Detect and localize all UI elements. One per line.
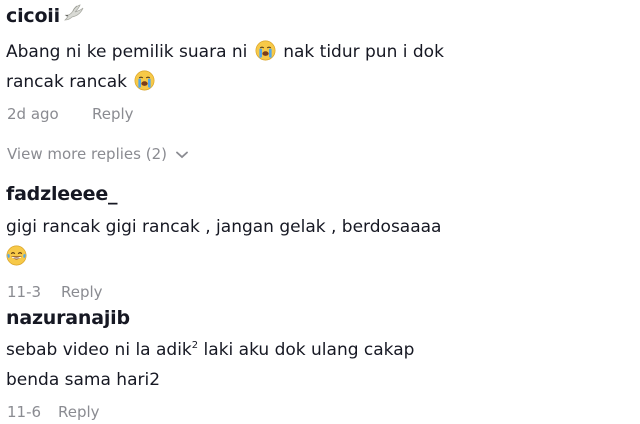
chevron-down-icon — [176, 143, 188, 165]
view-more-replies-button[interactable]: View more replies (2) — [7, 143, 188, 165]
comment-text: sebab video ni la adik2 laki aku dok ula… — [6, 335, 630, 395]
comment-date: 11-3 — [7, 283, 42, 301]
comment-text: Abang ni ke pemilik suara ni nak tidur p… — [6, 37, 630, 97]
comment-username[interactable]: nazuranajib — [6, 304, 630, 332]
reply-button[interactable]: Reply — [58, 400, 100, 424]
comment-date: 11-6 — [7, 403, 42, 421]
username-text[interactable]: cicoii — [6, 2, 60, 30]
comment-meta: 11-6 Reply — [6, 400, 630, 424]
comment-text: gigi rancak gigi rancak , jangan gelak ,… — [6, 212, 630, 272]
comment-meta: 2d ago Reply — [6, 102, 630, 126]
comment-2: fadzleeee_ gigi rancak gigi rancak , jan… — [6, 180, 630, 304]
comment-text-part: Abang ni ke pemilik suara ni — [6, 42, 248, 62]
view-more-label: View more replies (2) — [7, 145, 167, 163]
comment-1: cicoii Abang ni ke pemilik suara ni nak … — [6, 2, 630, 126]
comment-username[interactable]: fadzleeee_ — [6, 180, 630, 208]
comment-date: 2d ago — [7, 105, 59, 123]
comment-username[interactable]: cicoii — [6, 2, 630, 30]
comment-text-part: gigi rancak gigi rancak , jangan gelak ,… — [6, 217, 442, 237]
dove-icon — [62, 2, 84, 30]
comment-3: nazuranajib sebab video ni la adik2 laki… — [6, 304, 630, 424]
comment-text-part: rancak rancak — [6, 72, 127, 92]
comment-text-part: benda sama hari2 — [6, 370, 161, 390]
reply-button[interactable]: Reply — [92, 102, 134, 126]
loudly-crying-face-icon — [134, 70, 155, 91]
comment-text-part: laki aku dok ulang cakap — [198, 340, 415, 360]
loudly-crying-face-icon — [255, 40, 276, 61]
comment-meta: 11-3 Reply — [6, 280, 630, 304]
tears-of-joy-icon — [6, 245, 27, 266]
comment-text-part: nak tidur pun i dok — [283, 42, 444, 62]
comment-text-part: sebab video ni la adik — [6, 340, 192, 360]
reply-button[interactable]: Reply — [61, 280, 103, 304]
